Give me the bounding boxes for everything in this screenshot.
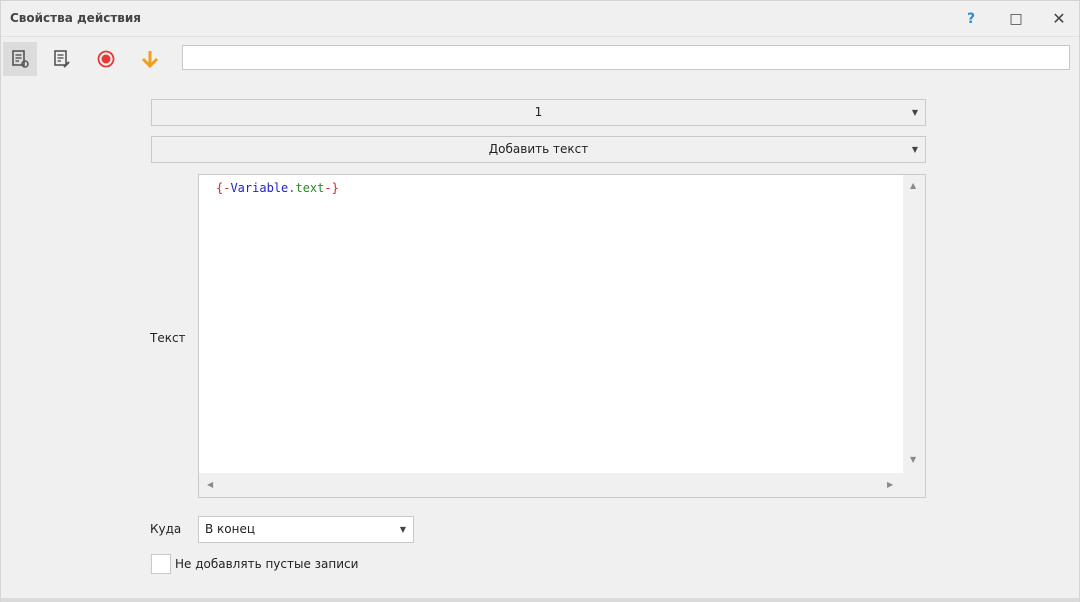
edit-properties-tool-button[interactable] xyxy=(45,42,79,76)
scrollbar-corner xyxy=(903,473,925,497)
horizontal-scrollbar[interactable]: ◀ ▶ xyxy=(199,473,904,497)
add-text-dropdown-button[interactable]: Добавить текст ▼ xyxy=(151,136,926,163)
scroll-up-icon[interactable]: ▲ xyxy=(910,181,916,190)
variant-select[interactable]: 1 ▼ xyxy=(151,99,926,126)
destination-label: Куда xyxy=(150,522,182,536)
edit-properties-icon xyxy=(54,50,70,68)
chevron-down-icon: ▼ xyxy=(911,108,918,117)
skip-empty-checkbox[interactable] xyxy=(151,554,171,574)
record-tool-button[interactable] xyxy=(89,42,123,76)
chevron-down-icon: ▼ xyxy=(911,145,918,154)
chevron-down-icon: ▼ xyxy=(399,525,406,534)
text-editor[interactable]: {-Variable.text-} ▲ ▼ ◀ ▶ xyxy=(198,174,926,498)
vertical-scrollbar[interactable]: ▲ ▼ xyxy=(903,175,925,473)
properties-icon xyxy=(12,50,29,68)
properties-tool-button[interactable] xyxy=(3,42,37,76)
search-input[interactable] xyxy=(182,45,1070,70)
window-title: Свойства действия xyxy=(10,11,142,25)
arrow-down-icon xyxy=(141,51,159,69)
code-variable: Variable xyxy=(230,181,289,195)
help-button[interactable]: ? xyxy=(959,7,983,31)
record-icon xyxy=(97,50,115,68)
text-field-label: Текст xyxy=(150,331,186,345)
destination-select[interactable]: В конец ▼ xyxy=(198,516,414,543)
code-close-brace: -} xyxy=(324,181,339,195)
variant-select-value: 1 xyxy=(534,105,543,119)
scroll-down-icon[interactable]: ▼ xyxy=(910,455,916,464)
code-open-brace: {- xyxy=(216,181,231,195)
action-properties-window: Свойства действия ? □ ✕ 1 ▼ Добавить тек… xyxy=(0,0,1080,602)
text-editor-content[interactable]: {-Variable.text-} xyxy=(216,181,339,195)
maximize-button[interactable]: □ xyxy=(1004,7,1028,31)
move-down-tool-button[interactable] xyxy=(133,42,167,76)
code-property: text xyxy=(295,181,325,195)
close-button[interactable]: ✕ xyxy=(1047,7,1071,31)
skip-empty-label[interactable]: Не добавлять пустые записи xyxy=(175,557,358,571)
title-bar: Свойства действия ? □ ✕ xyxy=(1,1,1079,37)
add-text-label: Добавить текст xyxy=(488,142,589,156)
scroll-left-icon[interactable]: ◀ xyxy=(207,480,213,489)
bottom-border xyxy=(1,598,1079,602)
scroll-right-icon[interactable]: ▶ xyxy=(887,480,893,489)
destination-select-value: В конец xyxy=(205,522,256,536)
